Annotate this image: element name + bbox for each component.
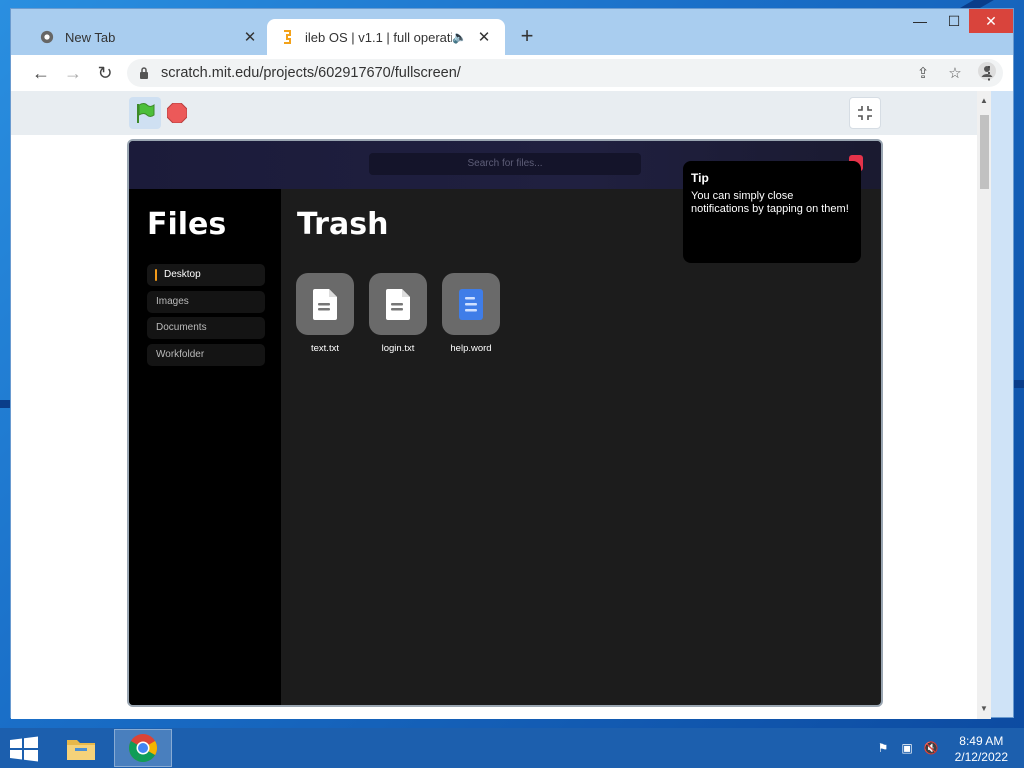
- flag-alert-icon[interactable]: ⚑: [874, 740, 892, 756]
- sidebar-title: Files: [147, 207, 227, 242]
- sidebar-item-label: Documents: [156, 322, 207, 333]
- page-content: Search for files... Files Desktop Images…: [11, 91, 991, 719]
- reload-button[interactable]: ↻: [93, 61, 117, 85]
- stop-button[interactable]: [167, 103, 187, 123]
- scroll-down-arrow-icon[interactable]: ▼: [977, 701, 991, 717]
- scroll-thumb[interactable]: [980, 115, 989, 189]
- file-search-input[interactable]: Search for files...: [369, 153, 641, 175]
- file-name: help.word: [450, 343, 492, 354]
- maximize-button[interactable]: ☐: [937, 9, 971, 33]
- sidebar-item-label: Workfolder: [156, 349, 205, 360]
- sidebar-item-desktop[interactable]: Desktop: [147, 264, 265, 286]
- exit-fullscreen-button[interactable]: [849, 97, 881, 129]
- chrome-taskbar-button[interactable]: [114, 729, 172, 767]
- lock-icon: [139, 67, 153, 79]
- clock-time: 8:49 AM: [959, 734, 1004, 748]
- sidebar-item-workfolder[interactable]: Workfolder: [147, 344, 265, 366]
- bookmark-star-icon[interactable]: ☆: [939, 64, 971, 82]
- share-icon[interactable]: ⇪: [907, 64, 939, 82]
- new-tab-button[interactable]: +: [515, 25, 539, 47]
- browser-titlebar: New Tab ✕ ileb OS | v1.1 | full operatin…: [11, 9, 1013, 55]
- start-button[interactable]: [8, 736, 40, 762]
- tip-title: Tip: [691, 171, 709, 185]
- folder-icon: [67, 740, 95, 760]
- scratch-project-icon: [279, 29, 295, 45]
- green-flag-button[interactable]: [129, 97, 161, 129]
- forward-button[interactable]: →: [61, 61, 85, 85]
- tab-ileb-os[interactable]: ileb OS | v1.1 | full operating 🔈 ✕: [267, 19, 505, 55]
- scroll-up-arrow-icon[interactable]: ▲: [977, 93, 991, 109]
- clock-date: 2/12/2022: [954, 750, 1008, 764]
- tab-new-tab[interactable]: New Tab ✕: [27, 19, 271, 55]
- files-sidebar: Files Desktop Images Documents Workfolde…: [129, 189, 281, 705]
- word-document-icon: [442, 273, 500, 335]
- back-button[interactable]: ←: [29, 61, 53, 85]
- menu-kebab-icon[interactable]: ⋮: [977, 61, 1001, 85]
- page-scrollbar[interactable]: ▲ ▼: [977, 91, 991, 719]
- chrome-icon: [129, 734, 157, 762]
- address-bar[interactable]: scratch.mit.edu/projects/602917670/fulls…: [127, 59, 1003, 87]
- chrome-icon: [39, 29, 55, 45]
- tab-title: ileb OS | v1.1 | full operating: [305, 29, 453, 45]
- file-item-help[interactable]: help.word: [441, 273, 501, 354]
- browser-window: New Tab ✕ ileb OS | v1.1 | full operatin…: [10, 8, 1014, 719]
- sidebar-item-documents[interactable]: Documents: [147, 317, 265, 339]
- volume-muted-icon[interactable]: 🔇: [922, 740, 940, 756]
- speaker-icon[interactable]: 🔈: [452, 30, 467, 44]
- tip-body: You can simply close notifications by ta…: [691, 190, 849, 215]
- file-name: text.txt: [311, 343, 339, 354]
- page-title: Trash: [297, 207, 389, 242]
- sidebar-item-images[interactable]: Images: [147, 291, 265, 313]
- file-item-login[interactable]: login.txt: [368, 273, 428, 354]
- taskbar: ⚑ ▣ 🔇 8:49 AM 2/12/2022: [0, 728, 1024, 768]
- tip-notification[interactable]: Tip You can simply close notifications b…: [683, 161, 861, 263]
- close-tab-icon[interactable]: ✕: [475, 28, 493, 46]
- tab-title: New Tab: [65, 29, 116, 45]
- document-icon: [369, 273, 427, 335]
- exit-fullscreen-icon: [858, 106, 872, 120]
- file-explorer-taskbar-button[interactable]: [52, 729, 110, 767]
- sidebar-item-label: Images: [156, 296, 189, 307]
- browser-toolbar: ← → ↻ scratch.mit.edu/projects/602917670…: [11, 55, 1013, 91]
- minimize-button[interactable]: —: [903, 9, 937, 33]
- document-icon: [296, 273, 354, 335]
- sidebar-item-label: Desktop: [164, 269, 201, 280]
- green-flag-icon: [137, 103, 155, 123]
- scratch-controls-bar: [11, 91, 991, 135]
- scratch-stage[interactable]: Search for files... Files Desktop Images…: [127, 139, 883, 707]
- desktop-decoration: [1014, 380, 1024, 388]
- close-window-button[interactable]: ✕: [969, 9, 1013, 33]
- file-item-text[interactable]: text.txt: [295, 273, 355, 354]
- close-tab-icon[interactable]: ✕: [241, 28, 259, 46]
- system-clock[interactable]: 8:49 AM 2/12/2022: [955, 733, 1008, 765]
- url-text: scratch.mit.edu/projects/602917670/fulls…: [161, 65, 461, 81]
- network-icon[interactable]: ▣: [898, 740, 916, 756]
- file-name: login.txt: [381, 343, 415, 354]
